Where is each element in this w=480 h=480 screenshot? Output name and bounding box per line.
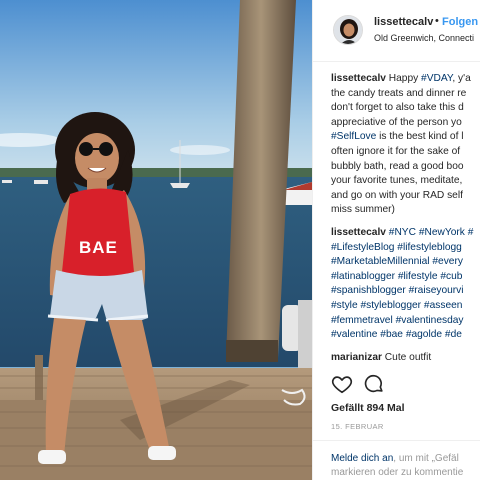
hashtag-link[interactable]: #valentinesday xyxy=(396,315,464,326)
hashtag-link[interactable]: #NewYork xyxy=(419,227,465,238)
comments-area: lissettecalv Happy #VDAY, y'a the candy t… xyxy=(331,72,480,368)
caption-line: appreciative of the person yo xyxy=(331,116,480,131)
hashtags-line: #spanishblogger #raiseyourvi xyxy=(331,284,480,299)
text-segment: appreciative of the person yo xyxy=(331,116,462,128)
login-text-rest: , um mit „Gefäl xyxy=(393,453,459,464)
hashtag-link[interactable]: #de xyxy=(445,329,462,340)
text-segment: bubbly bath, read a good boo xyxy=(331,160,464,172)
login-text: Melde dich an, um mit „Gefäl markieren o… xyxy=(331,452,463,480)
hashtag-link[interactable]: #asseen xyxy=(424,300,463,311)
avatar[interactable] xyxy=(333,15,363,45)
hashtag-comment: lissettecalv #NYC #NewYork # #LifestyleBl… xyxy=(331,226,480,343)
hashtags-line: lissettecalv #NYC #NewYork # xyxy=(331,226,480,241)
comment-bubble-icon[interactable] xyxy=(363,373,385,395)
comment-item: marianizar Cute outfit xyxy=(331,351,480,366)
username-link[interactable]: lissettecalv xyxy=(374,16,433,28)
login-text-line2: markieren oder zu kommentie xyxy=(331,467,464,478)
text-segment: Happy xyxy=(385,73,422,84)
location-link[interactable]: Old Greenwich, Connecti xyxy=(374,33,474,43)
caption-line: often ignore it for the sake of xyxy=(331,145,480,160)
caption-line: don't forget to also take this d xyxy=(331,101,480,116)
text-segment: and go on with your RAD self xyxy=(331,189,463,201)
hashtag-link[interactable]: #raiseyourvi xyxy=(409,285,464,296)
login-link[interactable]: Melde dich an xyxy=(331,453,393,464)
post-actions xyxy=(331,373,480,395)
caption-line: bubbly bath, read a good boo xyxy=(331,160,480,175)
comment-username[interactable]: marianizar xyxy=(331,352,382,363)
post-photo[interactable]: BAE xyxy=(0,0,312,480)
caption-line: the candy treats and dinner re xyxy=(331,87,480,102)
hashtag-link[interactable]: #LifestyleBlog xyxy=(331,242,394,253)
swimsuit-print-text: BAE xyxy=(79,238,118,257)
hashtag-link[interactable]: #style xyxy=(331,300,358,311)
caption-line: miss summer) xyxy=(331,203,480,218)
avatar-portrait-icon xyxy=(334,16,362,44)
heart-icon[interactable] xyxy=(331,373,353,395)
caption-line: lissettecalv Happy #VDAY, y'a xyxy=(331,72,480,87)
hashtag-link[interactable]: #bae xyxy=(380,329,403,340)
username-link[interactable]: lissettecalv xyxy=(331,73,386,84)
text-segment: is the best kind of l xyxy=(376,131,464,143)
hashtag-link[interactable]: #VDAY xyxy=(421,73,452,84)
text-segment: miss summer) xyxy=(331,204,395,216)
hashtag-link[interactable]: # xyxy=(468,227,474,238)
hashtag-link[interactable]: #agolde xyxy=(406,329,442,340)
hashtag-link[interactable]: #lifestyle xyxy=(398,271,438,282)
hashtag-link[interactable]: #spanishblogger xyxy=(331,285,406,296)
login-prompt: Melde dich an, um mit „Gefäl markieren o… xyxy=(313,440,480,480)
follow-button[interactable]: Folgen xyxy=(442,16,478,28)
caption-line: and go on with your RAD self xyxy=(331,189,480,204)
text-segment: the candy treats and dinner re xyxy=(331,87,467,99)
caption-line: #SelfLove is the best kind of l xyxy=(331,130,480,145)
hashtag-link[interactable]: #femmetravel xyxy=(331,315,393,326)
hashtag-link[interactable]: #NYC xyxy=(389,227,416,238)
hashtag-link[interactable]: #cub xyxy=(440,271,462,282)
text-segment: don't forget to also take this d xyxy=(331,102,464,114)
hashtag-link[interactable]: #MarketableMillennial xyxy=(331,256,430,267)
separator-dot: • xyxy=(435,15,439,27)
hashtag-link[interactable]: #lifestyleblogg xyxy=(397,242,462,253)
hashtag-link[interactable]: #styleblogger xyxy=(360,300,421,311)
caption: lissettecalv Happy #VDAY, y'a the candy t… xyxy=(331,72,480,218)
hashtags-line: #MarketableMillennial #every xyxy=(331,255,480,270)
hashtags-line: #style #styleblogger #asseen xyxy=(331,299,480,314)
caption-line: your favorite tunes, meditate, xyxy=(331,174,480,189)
likes-count[interactable]: Gefällt 894 Mal xyxy=(331,402,405,414)
post-date: 15. FEBRUAR xyxy=(331,422,384,431)
hashtag-link[interactable]: #latinablogger xyxy=(331,271,395,282)
hashtag-link[interactable]: #every xyxy=(432,256,463,267)
hashtag-link[interactable]: #valentine xyxy=(331,329,377,340)
comment-text: Cute outfit xyxy=(381,351,432,363)
hashtags-line: #valentine #bae #agolde #de xyxy=(331,328,480,343)
text-segment: , y'a xyxy=(452,73,471,84)
hashtags-line: #latinablogger #lifestyle #cub xyxy=(331,270,480,285)
hashtags-line: #LifestyleBlog #lifestyleblogg xyxy=(331,241,480,256)
post-header: lissettecalv • Folgen Old Greenwich, Con… xyxy=(313,0,480,62)
post-details-panel: lissettecalv • Folgen Old Greenwich, Con… xyxy=(312,0,480,480)
text-segment: often ignore it for the sake of xyxy=(331,145,461,157)
photo-illustration xyxy=(0,0,312,480)
hashtags-line: #femmetravel #valentinesday xyxy=(331,314,480,329)
hashtag-link[interactable]: #SelfLove xyxy=(331,131,376,142)
username-link[interactable]: lissettecalv xyxy=(331,227,386,238)
text-segment: your favorite tunes, meditate, xyxy=(331,175,463,187)
